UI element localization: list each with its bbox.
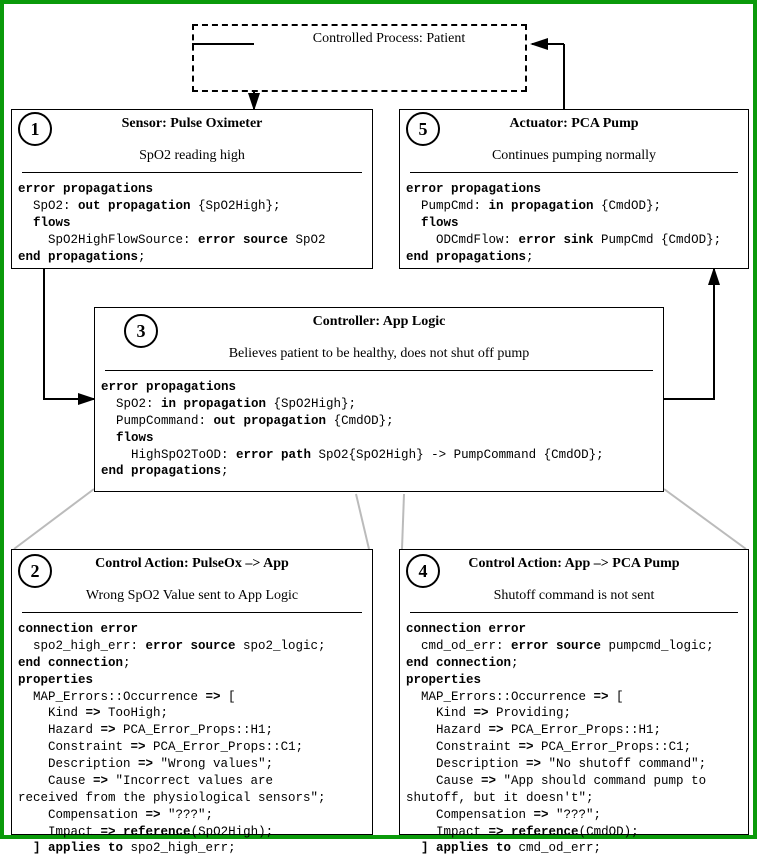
ca-left-code: connection error spo2_high_err: error so… xyxy=(12,619,372,863)
ca-left-title: Control Action: PulseOx –> App xyxy=(12,550,372,576)
sensor-box: Sensor: Pulse Oximeter SpO2 reading high… xyxy=(11,109,373,269)
ca-right-code: connection error cmd_od_err: error sourc… xyxy=(400,619,748,863)
control-action-right-box: Control Action: App –> PCA Pump Shutoff … xyxy=(399,549,749,835)
controlled-process-label: Controlled Process: Patient xyxy=(274,29,504,49)
sensor-code: error propagations SpO2: out propagation… xyxy=(12,179,372,271)
controller-box: Controller: App Logic Believes patient t… xyxy=(94,307,664,492)
badge-5: 5 xyxy=(406,112,440,146)
ca-left-sub: Wrong SpO2 Value sent to App Logic xyxy=(22,576,362,613)
ca-right-title: Control Action: App –> PCA Pump xyxy=(400,550,748,576)
actuator-code: error propagations PumpCmd: in propagati… xyxy=(400,179,748,271)
control-action-left-box: Control Action: PulseOx –> App Wrong SpO… xyxy=(11,549,373,835)
sensor-title: Sensor: Pulse Oximeter xyxy=(12,110,372,136)
controller-title: Controller: App Logic xyxy=(95,308,663,334)
badge-3: 3 xyxy=(124,314,158,348)
ca-right-sub: Shutoff command is not sent xyxy=(410,576,738,613)
controller-code: error propagations SpO2: in propagation … xyxy=(95,377,663,486)
controller-sub: Believes patient to be healthy, does not… xyxy=(105,334,653,371)
badge-1: 1 xyxy=(18,112,52,146)
badge-2: 2 xyxy=(18,554,52,588)
sensor-sub: SpO2 reading high xyxy=(22,136,362,173)
actuator-sub: Continues pumping normally xyxy=(410,136,738,173)
badge-4: 4 xyxy=(406,554,440,588)
actuator-title: Actuator: PCA Pump xyxy=(400,110,748,136)
actuator-box: Actuator: PCA Pump Continues pumping nor… xyxy=(399,109,749,269)
